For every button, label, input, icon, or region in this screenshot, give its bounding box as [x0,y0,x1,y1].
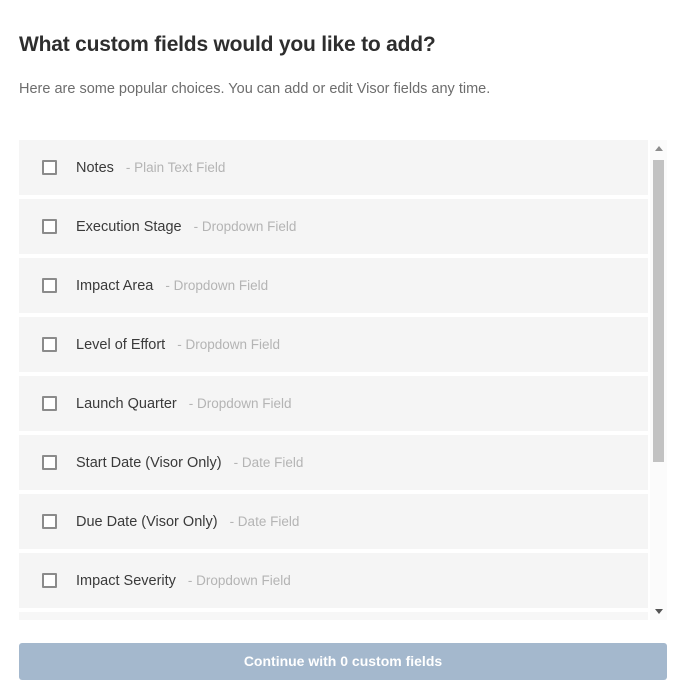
field-row[interactable]: Level of Effort - Dropdown Field [19,317,648,372]
continue-button[interactable]: Continue with 0 custom fields [19,643,667,680]
field-row[interactable]: Launch Quarter - Dropdown Field [19,376,648,431]
field-checkbox[interactable] [42,514,57,529]
field-row[interactable]: Start Date (Visor Only) - Date Field [19,435,648,490]
page-title: What custom fields would you like to add… [19,33,436,56]
field-label: Level of Effort [76,336,166,353]
field-label: Launch Quarter [76,395,177,412]
list-viewport: Notes - Plain Text Field Execution Stage - … [19,140,648,620]
field-type-hint: - Plain Text Field [125,160,226,175]
scroll-up-arrow-icon[interactable] [650,140,667,157]
field-checkbox[interactable] [42,160,57,175]
field-label: Due Date (Visor Only) [76,513,218,530]
field-type-hint: - Dropdown Field [188,396,292,411]
scroll-down-arrow-icon[interactable] [650,603,667,620]
field-checkbox[interactable] [42,219,57,234]
field-checkbox[interactable] [42,396,57,411]
field-type-hint: - Dropdown Field [177,337,280,352]
field-row[interactable] [19,612,648,620]
field-row[interactable]: Impact Area - Dropdown Field [19,258,648,313]
field-row[interactable]: Impact Severity - Dropdown Field [19,553,648,608]
field-label: Impact Area [76,277,154,294]
custom-fields-page: What custom fields would you like to add… [0,0,682,691]
page-subtitle: Here are some popular choices. You can a… [19,81,491,97]
field-label: Execution Stage [76,218,182,235]
field-type-hint: - Dropdown Field [193,219,297,234]
field-type-hint: - Dropdown Field [187,573,291,588]
field-checkbox[interactable] [42,573,57,588]
field-label: Start Date (Visor Only) [76,454,222,471]
field-type-hint: - Dropdown Field [165,278,269,293]
field-label: Impact Severity [76,572,176,589]
field-row[interactable]: Due Date (Visor Only) - Date Field [19,494,648,549]
custom-fields-list: Notes - Plain Text Field Execution Stage - … [19,140,667,620]
scrollbar-thumb[interactable] [653,160,664,462]
field-type-hint: - Date Field [229,514,300,529]
field-checkbox[interactable] [42,337,57,352]
field-checkbox[interactable] [42,455,57,470]
field-type-hint: - Date Field [233,455,304,470]
field-checkbox[interactable] [42,278,57,293]
field-row[interactable]: Execution Stage - Dropdown Field [19,199,648,254]
field-row[interactable]: Notes - Plain Text Field [19,140,648,195]
list-scrollbar[interactable] [650,140,667,620]
field-label: Notes [76,159,114,176]
scrollbar-track[interactable] [650,157,667,603]
